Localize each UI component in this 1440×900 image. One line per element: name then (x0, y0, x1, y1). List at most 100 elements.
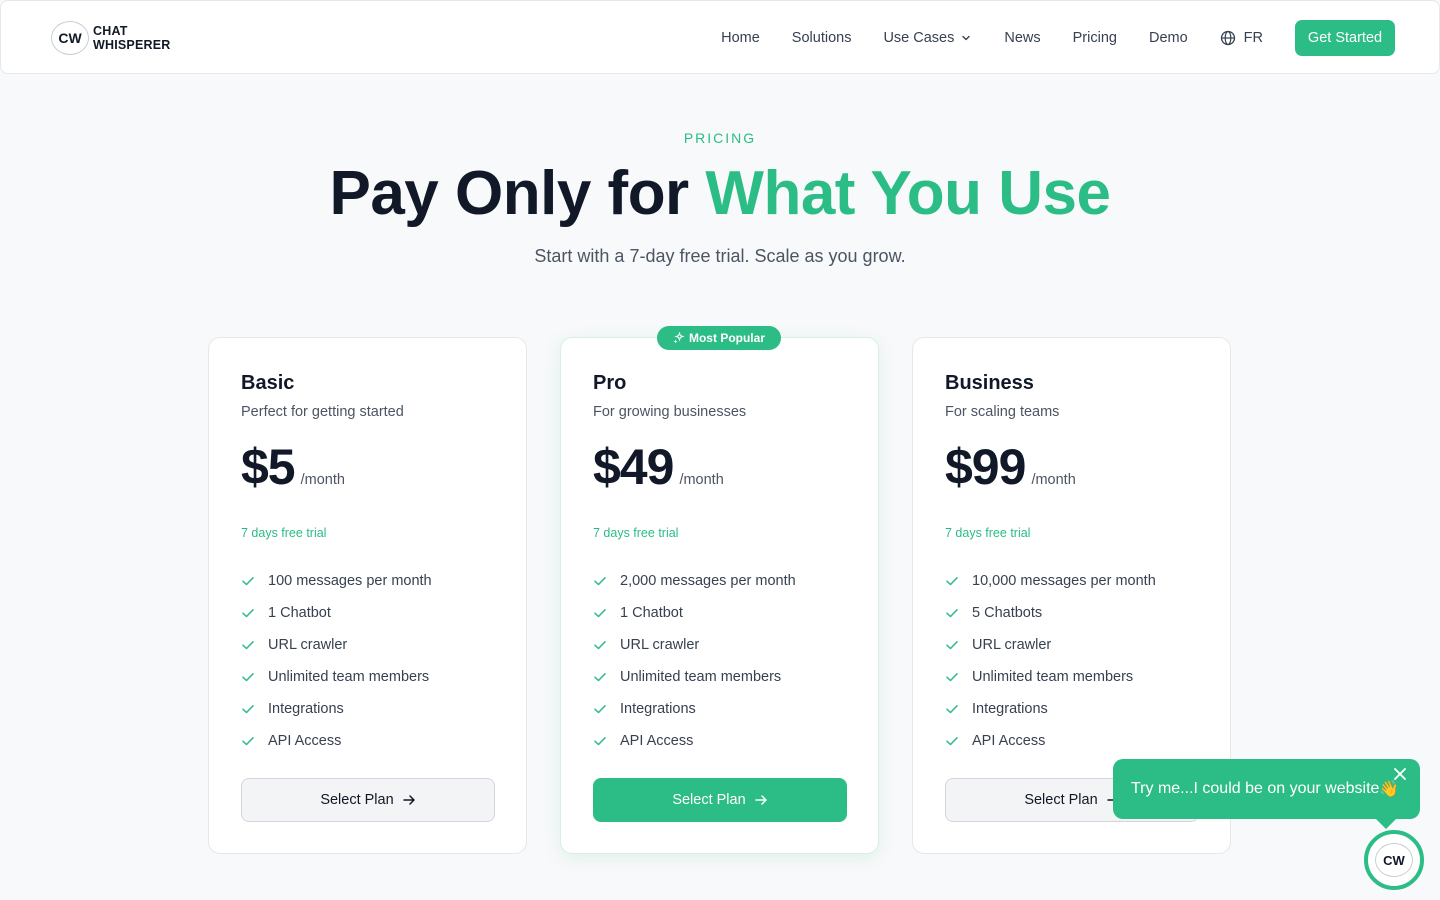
check-icon (594, 641, 606, 650)
feature-text: 5 Chatbots (972, 605, 1043, 621)
waving-hand-icon: 👋 (1379, 781, 1400, 798)
logo-text-line2: WHISPERER (93, 38, 171, 52)
feature-text: API Access (620, 733, 694, 749)
feature-list: 100 messages per month 1 Chatbot URL cra… (241, 565, 432, 757)
trial-note: 7 days free trial (241, 526, 327, 540)
feature-text: 2,000 messages per month (620, 573, 796, 589)
chat-prompt-text: Try me...I could be on your website (1131, 780, 1380, 797)
feature-item: URL crawler (593, 629, 796, 661)
check-icon (242, 641, 254, 650)
logo-text-line1: CHAT (93, 24, 128, 38)
plan-period: /month (300, 472, 345, 488)
check-icon (594, 737, 606, 746)
feature-item: API Access (241, 725, 432, 757)
feature-text: Unlimited team members (268, 669, 430, 685)
check-icon (946, 609, 958, 618)
plan-card-basic: Basic Perfect for getting started $5 /mo… (208, 337, 527, 854)
feature-item: 100 messages per month (241, 565, 432, 597)
trial-note: 7 days free trial (593, 526, 679, 540)
nav-link-demo[interactable]: Demo (1149, 30, 1188, 46)
logo-text: CHAT WHISPERER (93, 24, 171, 52)
check-icon (946, 673, 958, 682)
feature-item: 1 Chatbot (593, 597, 796, 629)
nav-link-solutions[interactable]: Solutions (792, 30, 852, 46)
check-icon (594, 577, 606, 586)
plan-name: Business (945, 372, 1034, 394)
chat-prompt-bubble[interactable]: Try me...I could be on your website 👋 (1113, 759, 1420, 829)
feature-text: Integrations (268, 701, 344, 717)
language-switcher[interactable]: FR (1220, 30, 1263, 46)
plan-price: $5 (241, 439, 296, 495)
badge-label: Most Popular (688, 331, 765, 345)
select-plan-label: Select Plan (672, 792, 746, 808)
plan-period: /month (1031, 472, 1076, 488)
page-title-main: Pay Only for (329, 159, 706, 228)
feature-text: API Access (972, 733, 1046, 749)
price-row: $49 /month (593, 438, 724, 496)
feature-text: 100 messages per month (268, 573, 432, 589)
feature-item: Integrations (241, 693, 432, 725)
feature-item: URL crawler (945, 629, 1156, 661)
language-label: FR (1243, 30, 1263, 46)
logo-mark: CW (51, 21, 89, 55)
feature-item: 2,000 messages per month (593, 565, 796, 597)
page-title-accent: What You Use (705, 159, 1111, 228)
page-subtitle: Start with a 7-day free trial. Scale as … (534, 246, 906, 266)
price-row: $99 /month (945, 438, 1076, 496)
check-icon (242, 609, 254, 618)
check-icon (242, 577, 254, 586)
chat-avatar-mark: CW (1375, 843, 1413, 877)
feature-item: Unlimited team members (945, 661, 1156, 693)
plan-description: For scaling teams (945, 404, 1060, 420)
check-icon (946, 705, 958, 714)
feature-item: 1 Chatbot (241, 597, 432, 629)
arrow-right-icon (402, 795, 415, 805)
nav-link-use-cases[interactable]: Use Cases (883, 30, 972, 46)
feature-text: Unlimited team members (972, 669, 1134, 685)
logo[interactable]: CW CHAT WHISPERER (51, 21, 171, 55)
price-row: $5 /month (241, 438, 345, 496)
select-plan-label: Select Plan (320, 792, 394, 808)
feature-text: Integrations (620, 701, 696, 717)
nav-link-pricing[interactable]: Pricing (1073, 30, 1117, 46)
check-icon (594, 609, 606, 618)
plan-description: Perfect for getting started (241, 404, 404, 420)
chat-launcher-button[interactable]: CW (1364, 830, 1424, 890)
feature-item: 10,000 messages per month (945, 565, 1156, 597)
feature-item: Integrations (945, 693, 1156, 725)
feature-text: 10,000 messages per month (972, 573, 1156, 589)
plan-period: /month (679, 472, 724, 488)
nav-links: Home Solutions Use Cases News Pricing De… (689, 1, 1263, 75)
plan-description: For growing businesses (593, 404, 747, 420)
select-plan-label: Select Plan (1024, 792, 1098, 808)
select-plan-button-basic[interactable]: Select Plan (241, 778, 495, 822)
nav-link-news[interactable]: News (1004, 30, 1040, 46)
check-icon (242, 673, 254, 682)
feature-item: Unlimited team members (593, 661, 796, 693)
check-icon (946, 577, 958, 586)
nav-link-home[interactable]: Home (721, 30, 760, 46)
get-started-button[interactable]: Get Started (1295, 20, 1395, 56)
check-icon (946, 737, 958, 746)
feature-item: URL crawler (241, 629, 432, 661)
feature-text: Integrations (972, 701, 1048, 717)
feature-item: API Access (593, 725, 796, 757)
section-eyebrow: PRICING (683, 130, 757, 146)
feature-list: 10,000 messages per month 5 Chatbots URL… (945, 565, 1156, 757)
feature-text: URL crawler (620, 637, 700, 653)
plan-name: Basic (241, 372, 295, 394)
check-icon (594, 705, 606, 714)
page-title: Pay Only for What You Use (0, 158, 1440, 229)
feature-text: 1 Chatbot (268, 605, 331, 621)
plan-price: $49 (593, 439, 674, 495)
plan-name: Pro (593, 372, 627, 394)
chevron-down-icon (962, 35, 971, 41)
nav-link-use-cases-label: Use Cases (883, 30, 955, 46)
navbar: CW CHAT WHISPERER Home Solutions Use Cas… (0, 0, 1440, 74)
arrow-right-icon (754, 795, 767, 805)
most-popular-badge: Most Popular (657, 326, 781, 350)
plan-card-pro: Most Popular Pro For growing businesses … (560, 326, 879, 854)
select-plan-button-pro[interactable]: Select Plan (593, 778, 847, 822)
close-icon[interactable] (1392, 766, 1408, 782)
plan-price: $99 (945, 439, 1026, 495)
